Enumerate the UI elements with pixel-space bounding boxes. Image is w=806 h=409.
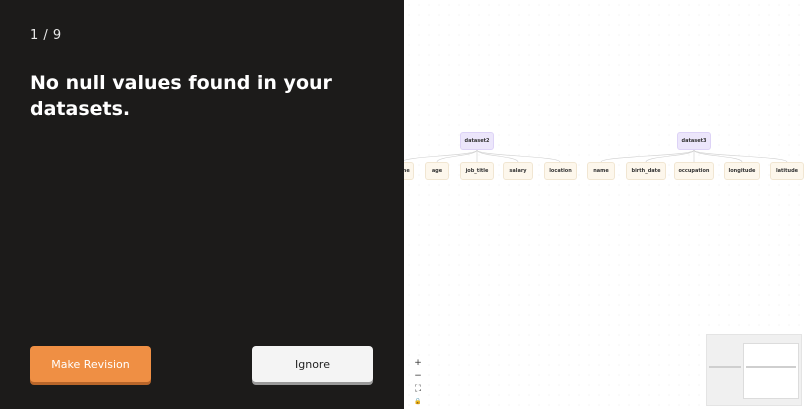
- column-node[interactable]: name: [587, 162, 615, 180]
- fit-view-icon[interactable]: ⛶: [412, 383, 424, 394]
- column-node[interactable]: name: [404, 162, 414, 180]
- minimap-node-row: [709, 366, 741, 368]
- step-counter: 1 / 9: [30, 28, 62, 43]
- canvas-controls: + − ⛶ 🔒: [412, 357, 424, 407]
- minimap-node-row: [746, 366, 796, 368]
- minus-icon[interactable]: −: [412, 370, 424, 381]
- graph-canvas[interactable]: dataset2 dataset3 name age job_title sal…: [404, 0, 806, 409]
- column-node[interactable]: location: [544, 162, 577, 180]
- column-node[interactable]: birth_date: [626, 162, 666, 180]
- dataset-node[interactable]: dataset3: [677, 132, 711, 150]
- validation-message: No null values found in your datasets.: [30, 72, 332, 120]
- column-node[interactable]: occupation: [674, 162, 714, 180]
- lock-icon[interactable]: 🔒: [412, 396, 424, 407]
- instruction-panel: 1 / 9 No null values found in your datas…: [0, 0, 404, 409]
- column-node[interactable]: salary: [503, 162, 533, 180]
- column-node[interactable]: job_title: [460, 162, 494, 180]
- column-node[interactable]: age: [425, 162, 449, 180]
- column-node[interactable]: longitude: [724, 162, 760, 180]
- column-node[interactable]: latitude: [770, 162, 804, 180]
- dataset-node[interactable]: dataset2: [460, 132, 494, 150]
- plus-icon[interactable]: +: [412, 357, 424, 368]
- minimap-viewport[interactable]: [743, 343, 799, 399]
- make-revision-button[interactable]: Make Revision: [30, 346, 151, 382]
- minimap[interactable]: [706, 334, 802, 406]
- ignore-button[interactable]: Ignore: [252, 346, 373, 382]
